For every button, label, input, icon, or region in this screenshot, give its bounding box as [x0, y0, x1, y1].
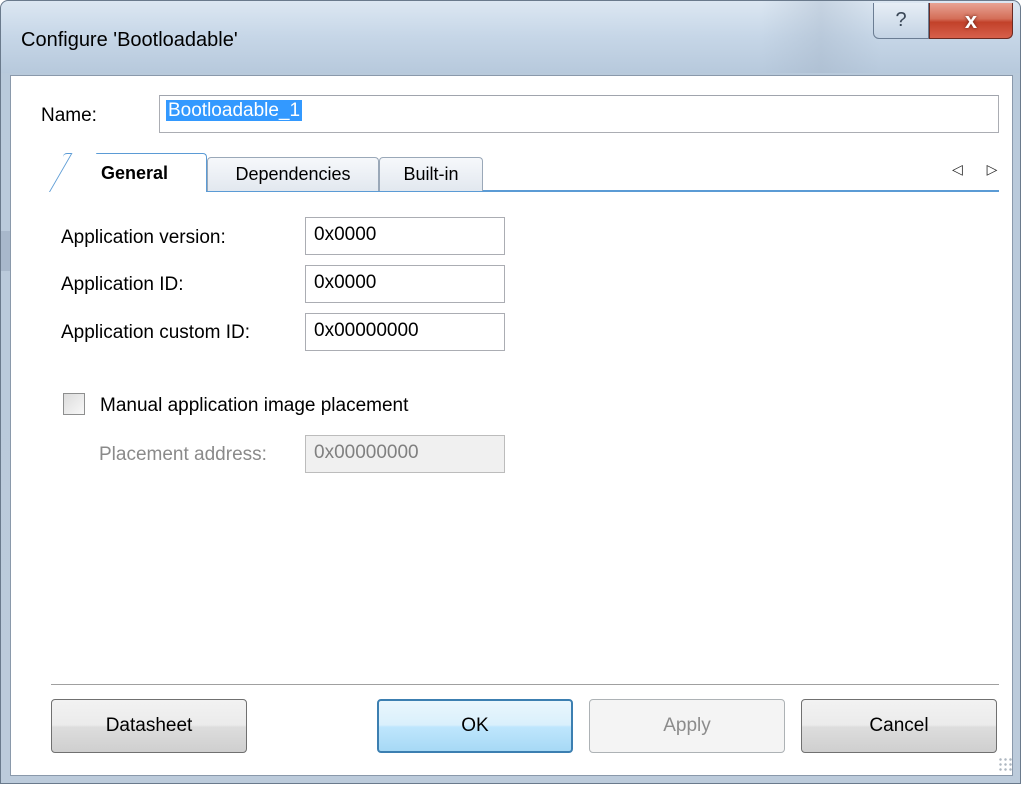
application-version-label: Application version:	[61, 227, 226, 248]
name-label: Name:	[41, 105, 97, 126]
application-custom-id-label: Application custom ID:	[61, 322, 251, 343]
name-input-selected-text: Bootloadable_1	[166, 100, 303, 121]
tab-dependencies[interactable]: Dependencies	[207, 157, 379, 191]
apply-button: Apply	[589, 699, 785, 753]
title-bar[interactable]: Configure 'Bootloadable' ? x	[1, 1, 1020, 73]
tab-built-in[interactable]: Built-in	[379, 157, 483, 191]
dialog-window: Configure 'Bootloadable' ? x Name: Bootl…	[0, 0, 1021, 784]
resize-grip-icon[interactable]	[998, 757, 1012, 771]
placement-address-input: 0x00000000	[305, 435, 505, 473]
tab-dependencies-label: Dependencies	[235, 164, 351, 184]
application-version-input[interactable]: 0x0000	[305, 217, 505, 255]
ok-button[interactable]: OK	[377, 699, 573, 753]
tab-built-in-label: Built-in	[403, 164, 459, 184]
tab-general[interactable]: General	[63, 153, 207, 192]
tab-scroll-arrows-icon[interactable]: ◁ ▷	[952, 161, 1007, 178]
close-icon: x	[964, 7, 978, 33]
manual-placement-label[interactable]: Manual application image placement	[100, 395, 408, 417]
name-input[interactable]: Bootloadable_1	[159, 95, 999, 133]
application-custom-id-input[interactable]: 0x00000000	[305, 313, 505, 351]
application-id-label: Application ID:	[61, 274, 184, 295]
window-title: Configure 'Bootloadable'	[21, 29, 238, 51]
manual-placement-checkbox[interactable]	[63, 393, 85, 415]
title-bar-sheen	[761, 1, 881, 73]
application-id-input[interactable]: 0x0000	[305, 265, 505, 303]
close-button[interactable]: x	[929, 3, 1013, 39]
frame-edge	[1, 231, 10, 271]
help-button[interactable]: ?	[873, 3, 929, 39]
button-separator	[51, 684, 999, 686]
tab-general-label: General	[100, 162, 169, 183]
cancel-button[interactable]: Cancel	[801, 699, 997, 753]
placement-address-label: Placement address:	[99, 444, 267, 465]
datasheet-button[interactable]: Datasheet	[51, 699, 247, 753]
help-icon: ?	[895, 9, 907, 31]
